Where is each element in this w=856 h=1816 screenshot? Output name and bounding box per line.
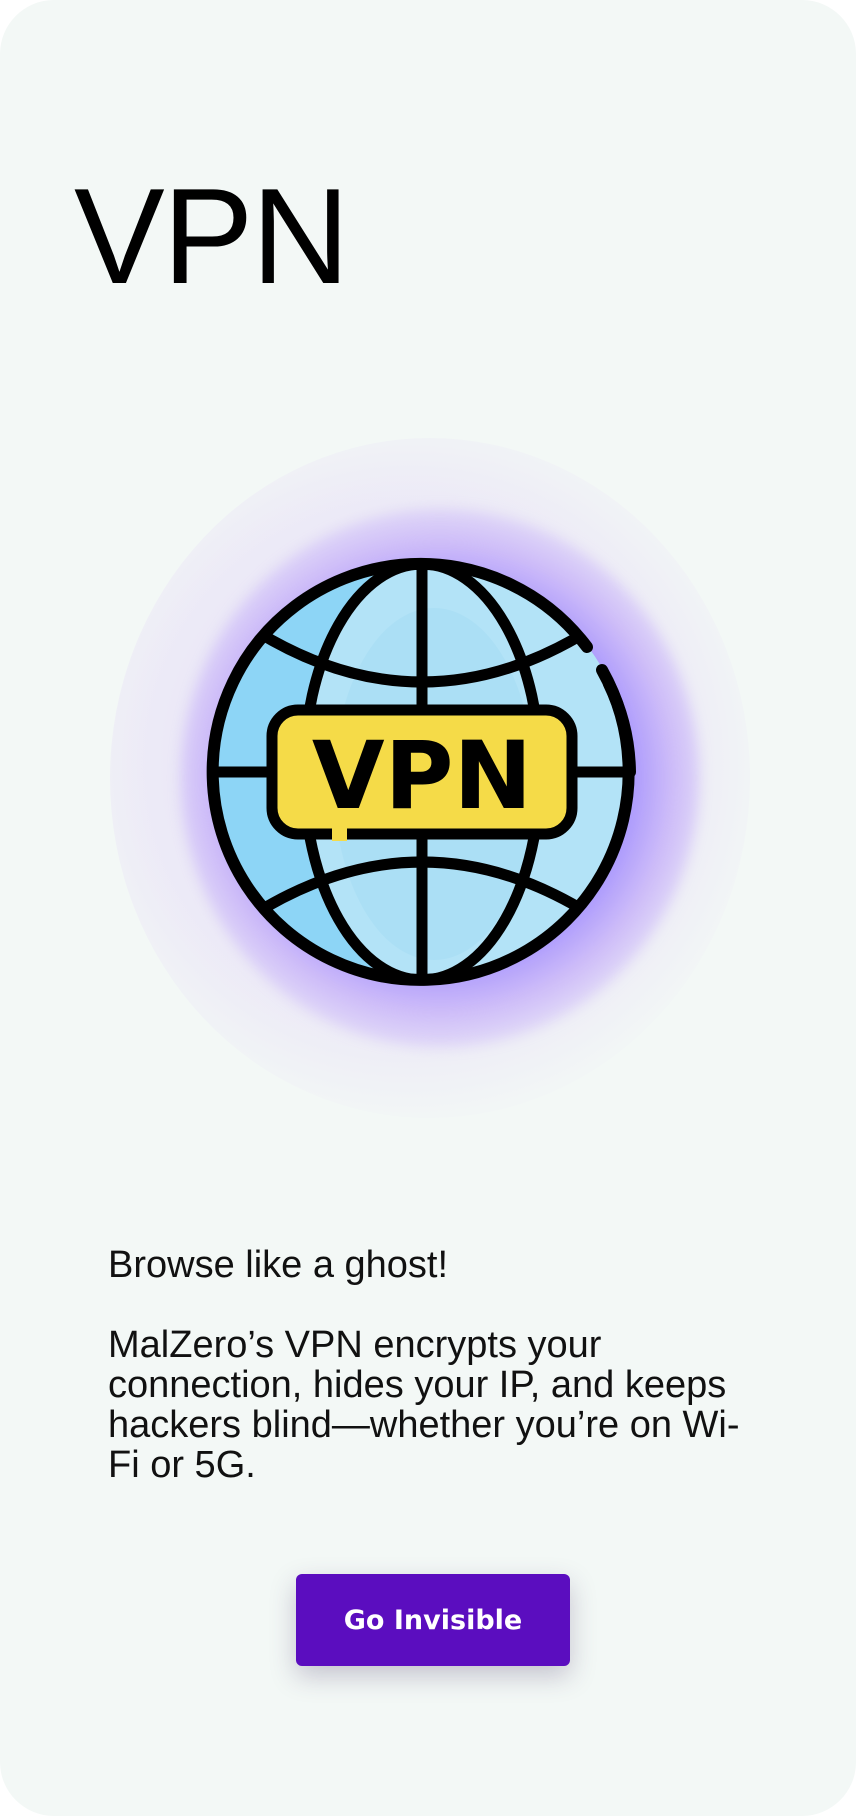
description-text: MalZero’s VPN encrypts your connection, …	[108, 1324, 740, 1486]
vpn-onboarding-screen: VPN VPN Browse like a ghost! MalZero’s V…	[0, 0, 856, 1816]
hero-illustration: VPN	[110, 438, 760, 1128]
description-block: Browse like a ghost! MalZero’s VPN encry…	[108, 1245, 768, 1485]
vpn-globe-icon: VPN	[206, 557, 636, 986]
page-title: VPN	[74, 160, 350, 312]
tagline: Browse like a ghost!	[108, 1244, 449, 1286]
go-invisible-button[interactable]: Go Invisible	[296, 1574, 570, 1666]
vpn-badge-text: VPN	[312, 722, 532, 831]
